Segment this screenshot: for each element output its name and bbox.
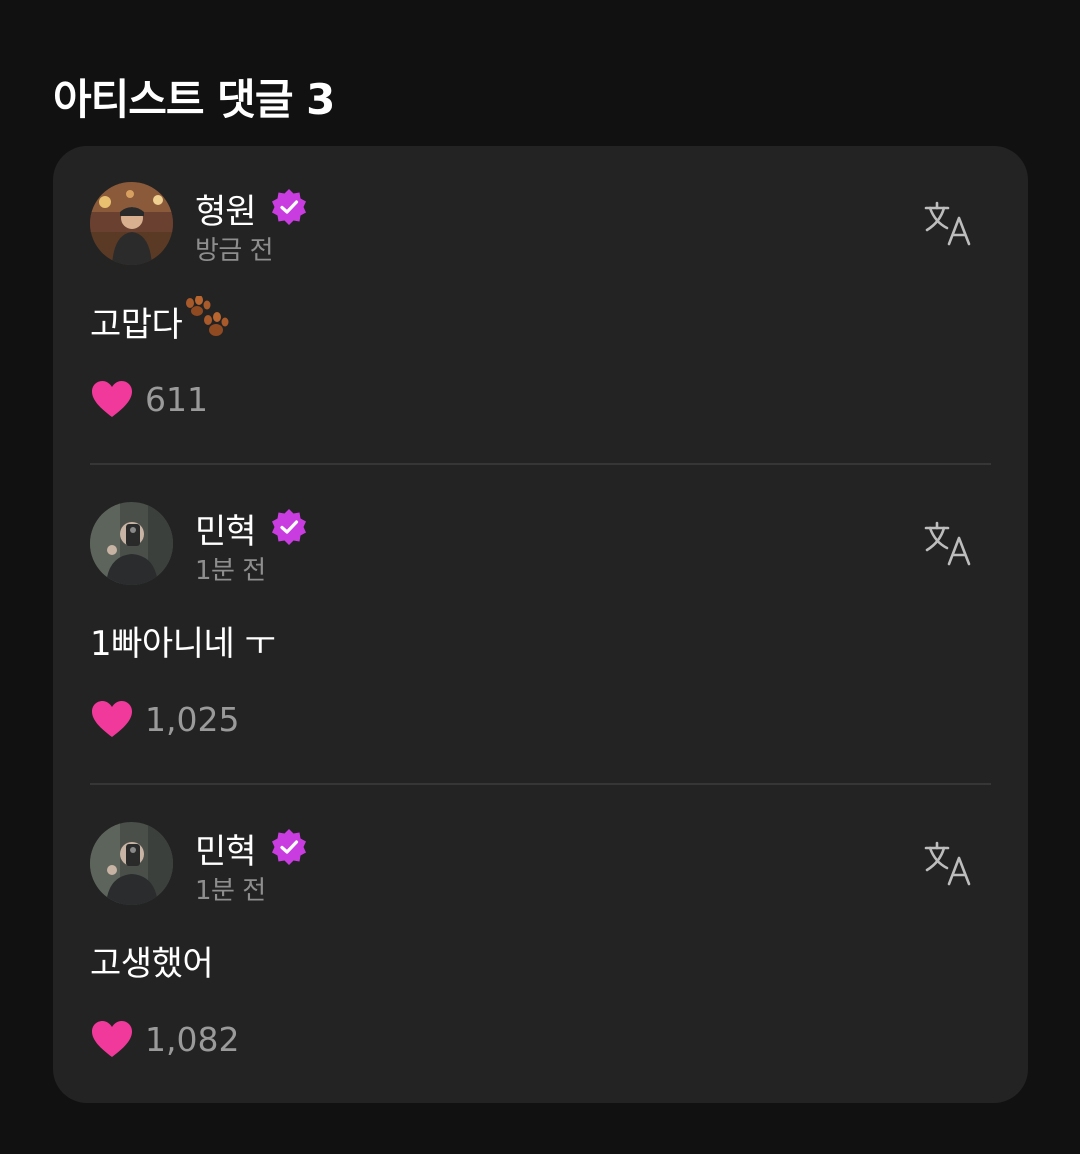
page-title: 아티스트 댓글 3 — [53, 75, 335, 124]
like-count: 611 — [145, 380, 208, 419]
comment-item: 형원 방금 전 고맙다 611 — [53, 146, 1028, 466]
heart-icon[interactable] — [90, 379, 134, 419]
comment-text: 고맙다 — [90, 296, 230, 346]
comment-text: 고생했어 — [90, 944, 214, 984]
divider — [90, 783, 991, 785]
translate-icon[interactable] — [923, 518, 975, 570]
verified-badge-icon — [272, 189, 306, 225]
translate-icon[interactable] — [923, 838, 975, 890]
verified-badge-icon — [272, 509, 306, 545]
like-count: 1,025 — [145, 700, 240, 739]
translate-icon[interactable] — [923, 198, 975, 250]
verified-badge-icon — [272, 829, 306, 865]
comment-time: 1분 전 — [195, 876, 266, 906]
author-name: 민혁 — [195, 832, 257, 872]
comment-time: 방금 전 — [195, 236, 274, 266]
comment-text: 1빠아니네 ㅜ — [90, 624, 276, 664]
comment-text-content: 고맙다 — [90, 305, 183, 345]
heart-icon[interactable] — [90, 699, 134, 739]
avatar[interactable] — [90, 182, 173, 265]
divider — [90, 463, 991, 465]
heart-icon[interactable] — [90, 1019, 134, 1059]
comment-item: 민혁 1분 전 고생했어 1,082 — [53, 786, 1028, 1106]
author-name: 형원 — [195, 192, 257, 232]
like-count: 1,082 — [145, 1020, 240, 1059]
author-name: 민혁 — [195, 512, 257, 552]
avatar[interactable] — [90, 502, 173, 585]
comment-item: 민혁 1분 전 1빠아니네 ㅜ 1,025 — [53, 466, 1028, 786]
comment-time: 1분 전 — [195, 556, 266, 586]
paw-icon — [186, 296, 229, 336]
artist-comments-card: 형원 방금 전 고맙다 611 민혁 1분 전 1빠아니네 ㅜ 1,025 민혁… — [53, 146, 1028, 1103]
avatar[interactable] — [90, 822, 173, 905]
